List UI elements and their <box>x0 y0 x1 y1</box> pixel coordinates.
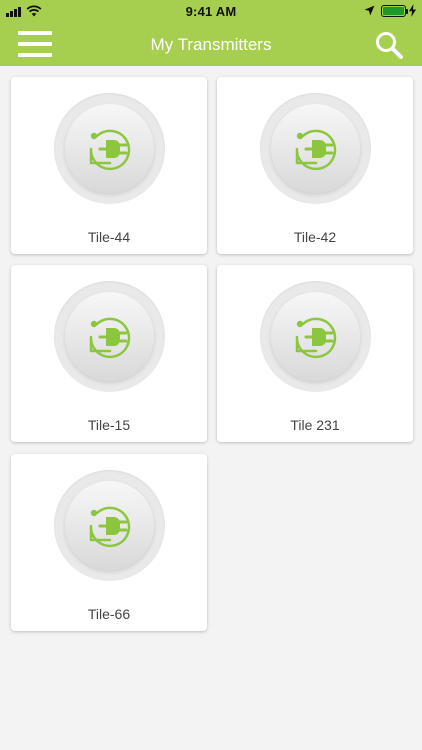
page-title: My Transmitters <box>150 35 272 54</box>
tile-label: Tile-15 <box>87 417 131 433</box>
tile-icon-button <box>65 104 154 193</box>
tile-icon-button <box>271 292 360 381</box>
transmitter-tile[interactable]: Tile-44 <box>11 77 207 254</box>
status-time: 9:41 AM <box>185 4 237 19</box>
transmitter-tile[interactable]: Tile-42 <box>217 77 413 254</box>
tile-icon-ring <box>54 93 165 204</box>
tile-icon-ring <box>54 470 165 581</box>
tile-icon-ring <box>260 281 371 392</box>
transmitter-tile[interactable]: Tile-66 <box>11 454 207 631</box>
tile-icon-button <box>271 104 360 193</box>
tile-icon-button <box>65 292 154 381</box>
tile-icon-ring <box>260 93 371 204</box>
charging-bolt-icon <box>409 4 416 17</box>
transmitter-tile[interactable]: Tile-15 <box>11 265 207 442</box>
tile-icon-ring <box>54 281 165 392</box>
plug-icon <box>295 317 337 359</box>
plug-icon <box>89 317 131 359</box>
plug-icon <box>89 129 131 171</box>
tile-label: Tile-44 <box>87 229 131 245</box>
transmitter-tile[interactable]: Tile 231 <box>217 265 413 442</box>
tile-icon-button <box>65 481 154 570</box>
location-arrow-icon <box>364 5 375 16</box>
status-bar: 9:41 AM <box>0 0 422 22</box>
search-icon <box>376 32 403 59</box>
plug-icon <box>295 129 337 171</box>
tile-label: Tile-66 <box>87 606 131 622</box>
app-header: 9:41 AM My Transmitters <box>0 0 422 66</box>
tile-label: Tile 231 <box>290 417 340 433</box>
tile-label: Tile-42 <box>293 229 337 245</box>
plug-icon <box>89 506 131 548</box>
search-button[interactable] <box>374 30 404 60</box>
battery-icon <box>381 5 406 17</box>
